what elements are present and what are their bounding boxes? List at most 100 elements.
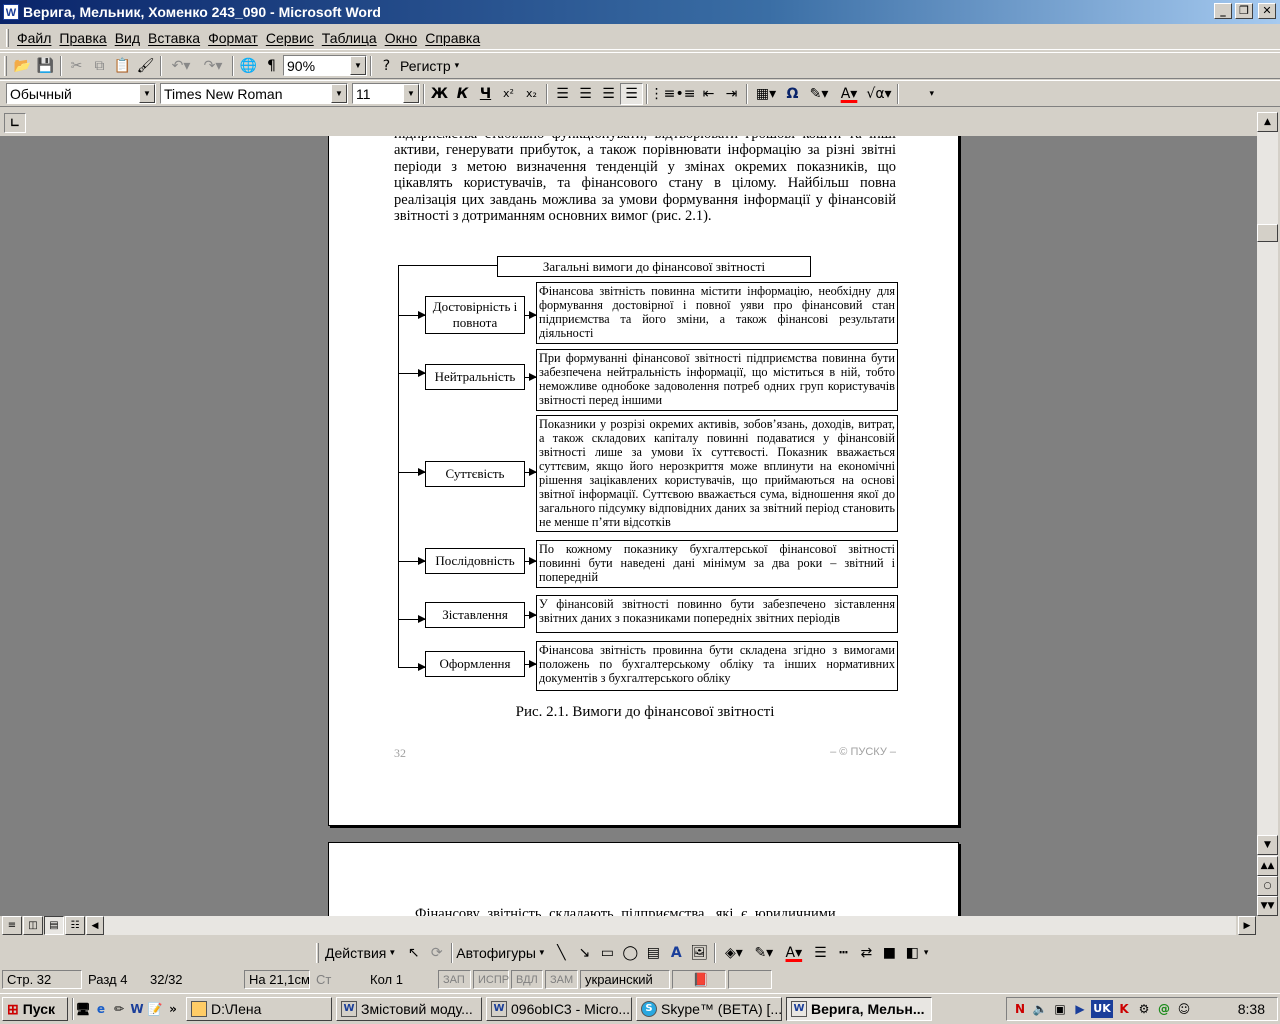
save-icon[interactable]: 💾 [34, 55, 57, 77]
toolbar-options-icon[interactable]: ▾ [455, 61, 460, 71]
antivirus-icon[interactable]: N [1011, 1000, 1029, 1018]
cut-icon[interactable]: ✂ [65, 55, 88, 77]
align-right-icon[interactable]: ☰ [597, 83, 620, 105]
close-button[interactable]: ✕ [1258, 3, 1276, 19]
icq-icon[interactable]: @ [1155, 1000, 1173, 1018]
toolbar-options-icon[interactable]: ▾ [902, 83, 934, 105]
status-language[interactable]: украинский [580, 970, 670, 989]
status-rec[interactable]: ЗАП [438, 970, 471, 989]
word-quicklaunch-icon[interactable]: W [128, 1000, 146, 1018]
font-size-select[interactable]: 11 ▼ [352, 83, 420, 104]
menu-format[interactable]: Формат [204, 30, 262, 46]
ie-icon[interactable]: e [92, 1000, 110, 1018]
task-doc-096[interactable]: W 096оbІС3 - Micro... [486, 997, 632, 1021]
borders-icon[interactable]: ▦▾ [751, 83, 781, 105]
menu-grip[interactable] [6, 28, 9, 47]
superscript-icon[interactable]: x² [497, 83, 520, 105]
previous-page-icon[interactable]: ▲▲ [1257, 856, 1278, 876]
3d-icon[interactable]: ◧ [901, 942, 924, 964]
chevron-down-icon[interactable]: ▼ [403, 84, 419, 103]
quicklaunch-edit-icon[interactable]: 📝 [146, 1000, 164, 1018]
menu-window[interactable]: Окно [381, 30, 422, 46]
scroll-right-icon[interactable]: ▶ [1238, 916, 1256, 935]
register-label[interactable]: Регистр [400, 58, 451, 74]
highlight-icon[interactable]: ✎▾ [804, 83, 834, 105]
toolbar-options-icon[interactable]: ▾ [924, 947, 929, 958]
underline-button[interactable]: Ч [474, 83, 497, 105]
web-toolbar-icon[interactable]: 🌐 [237, 55, 260, 77]
media-player-icon[interactable]: ▶ [1071, 1000, 1089, 1018]
decrease-indent-icon[interactable]: ⇤ [697, 83, 720, 105]
chevron-down-icon[interactable]: ▼ [350, 56, 366, 75]
task-skype[interactable]: S Skype™ (BETA) [... [636, 997, 782, 1021]
clock[interactable]: 8:38 [1238, 1001, 1265, 1017]
rectangle-icon[interactable]: ▭ [596, 942, 619, 964]
format-painter-icon[interactable]: 🖌 [134, 55, 157, 77]
paste-icon[interactable]: 📋 [111, 55, 134, 77]
increase-indent-icon[interactable]: ⇥ [720, 83, 743, 105]
free-rotate-icon[interactable]: ⟳ [425, 942, 448, 964]
italic-button[interactable]: К [451, 83, 474, 105]
menu-insert[interactable]: Вставка [144, 30, 204, 46]
dash-style-icon[interactable]: ┅ [832, 942, 855, 964]
text-box-icon[interactable]: ▤ [642, 942, 665, 964]
quicklaunch-pencil-icon[interactable]: ✏ [110, 1000, 128, 1018]
actions-menu[interactable]: Действия [325, 945, 386, 961]
font-color-icon[interactable]: A▾ [834, 83, 864, 105]
tab-stop-selector[interactable]: ∟ [4, 113, 26, 133]
select-objects-icon[interactable]: ↖ [402, 942, 425, 964]
line-icon[interactable]: ╲ [550, 942, 573, 964]
document-page[interactable]: підприємства стабільно функціонувати, ві… [328, 136, 959, 826]
normal-view-icon[interactable]: ≡ [2, 916, 22, 935]
word-app-icon[interactable]: W [3, 4, 19, 20]
task-content-module[interactable]: W Змістовий моду... [336, 997, 482, 1021]
help-icon[interactable]: ? [375, 55, 398, 77]
kaspersky-icon[interactable]: K [1115, 1000, 1133, 1018]
scroll-thumb[interactable] [1257, 224, 1278, 242]
vertical-scrollbar[interactable]: ▲ ▼ ▲▲ ○ ▼▼ [1257, 112, 1278, 916]
scroll-down-icon[interactable]: ▼ [1257, 835, 1278, 855]
align-center-icon[interactable]: ☰ [574, 83, 597, 105]
volume-icon[interactable]: 🔈 [1031, 1000, 1049, 1018]
style-select[interactable]: Обычный ▼ [6, 83, 156, 104]
menu-edit[interactable]: Правка [55, 30, 110, 46]
horizontal-scrollbar[interactable]: ≡ ◫ ▤ ☷ ◀ ▶ [0, 916, 1280, 936]
shadow-icon[interactable]: ■ [878, 942, 901, 964]
browse-object-icon[interactable]: ○ [1257, 876, 1278, 896]
menu-file[interactable]: Файл [13, 30, 55, 46]
chevron-down-icon[interactable]: ▼ [331, 84, 347, 103]
oval-icon[interactable]: ◯ [619, 942, 642, 964]
open-icon[interactable]: 📂 [11, 55, 34, 77]
tray-app-icon[interactable]: ⚙ [1135, 1000, 1153, 1018]
scroll-left-icon[interactable]: ◀ [86, 916, 104, 935]
web-layout-icon[interactable]: ◫ [23, 916, 43, 935]
task-explorer[interactable]: D:\Лена [186, 997, 332, 1021]
menu-view[interactable]: Вид [111, 30, 144, 46]
wordart-icon[interactable]: A [665, 942, 688, 964]
show-formatting-icon[interactable]: ¶ [260, 55, 283, 77]
justify-icon[interactable]: ☰ [620, 82, 643, 105]
line-color-icon[interactable]: ✎▾ [749, 942, 779, 964]
restore-button[interactable]: ❐ [1235, 3, 1253, 19]
document-page-next[interactable]: Фінансову звітність складають підприємст… [328, 842, 959, 916]
network-icon[interactable]: ☺ [1175, 1000, 1193, 1018]
print-layout-icon[interactable]: ▤ [44, 916, 64, 935]
menu-table[interactable]: Таблица [318, 30, 381, 46]
status-extend[interactable]: ВДЛ [511, 970, 543, 989]
undo-icon[interactable]: ↶▾ [165, 55, 197, 77]
menu-help[interactable]: Справка [421, 30, 484, 46]
bold-button[interactable]: Ж [428, 83, 451, 105]
subscript-icon[interactable]: x₂ [520, 83, 543, 105]
minimize-button[interactable]: _ [1214, 3, 1232, 19]
autoshapes-menu[interactable]: Автофигуры [456, 945, 536, 961]
zoom-select[interactable]: 90% ▼ [283, 55, 367, 76]
outline-view-icon[interactable]: ☷ [65, 916, 85, 935]
status-track[interactable]: ИСПР [473, 970, 509, 989]
next-page-icon[interactable]: ▼▼ [1257, 896, 1278, 916]
chevron-down-icon[interactable]: ▼ [388, 948, 396, 957]
bullets-icon[interactable]: •≡ [674, 83, 697, 105]
font-select[interactable]: Times New Roman ▼ [160, 83, 348, 104]
copy-icon[interactable]: ⧉ [88, 55, 111, 77]
display-icon[interactable]: ▣ [1051, 1000, 1069, 1018]
spelling-status-icon[interactable]: 📕 [672, 970, 726, 989]
